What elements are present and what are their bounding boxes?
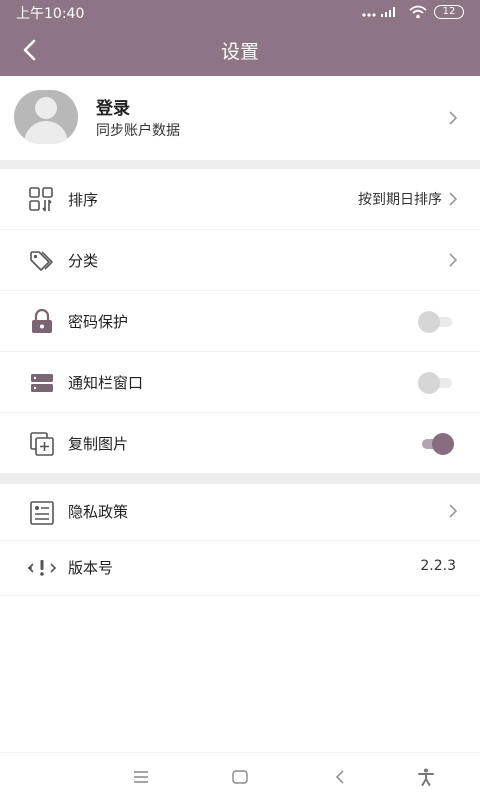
sort-row[interactable]: 排序 按到期日排序 [0,169,480,230]
home-icon[interactable] [230,767,250,787]
privacy-row[interactable]: 隐私政策 [0,484,480,541]
chevron-right-icon [449,504,458,518]
sort-icon [29,187,53,212]
copy-image-row: 复制图片 [0,413,480,474]
signal-icon [362,7,395,17]
privacy-label: 隐私政策 [68,503,129,521]
battery-icon: 12 [434,5,464,19]
avatar [14,90,78,144]
copy-image-toggle[interactable] [418,432,454,455]
sort-label: 排序 [68,191,99,209]
notification-row: 通知栏窗口 [0,352,480,413]
status-time: 上午10:40 [16,6,85,22]
wifi-icon [409,5,427,19]
category-label: 分类 [68,252,99,270]
notification-toggle[interactable] [418,371,454,394]
chevron-right-icon [449,253,458,267]
login-subtitle: 同步账户数据 [96,123,180,139]
privacy-document-icon [30,501,54,525]
copy-image-icon [30,432,54,456]
version-code-icon [28,560,56,576]
login-row[interactable]: 登录 同步账户数据 [0,76,480,160]
toolbar: 设置 [0,24,480,76]
accessibility-icon[interactable] [416,767,436,787]
notification-label: 通知栏窗口 [68,374,144,392]
password-row: 密码保护 [0,291,480,352]
page-title: 设置 [220,41,259,63]
login-label: 登录 [96,99,130,119]
sort-value: 按到期日排序 [358,192,442,208]
version-label: 版本号 [68,559,114,577]
chevron-right-icon [449,111,458,125]
menu-icon[interactable] [131,767,151,787]
system-nav-bar [0,752,480,800]
version-value: 2.2.3 [420,558,456,574]
back-icon[interactable] [331,767,351,787]
copy-image-label: 复制图片 [68,435,129,453]
status-bar: 上午10:40 12 [0,0,480,24]
password-label: 密码保护 [68,313,129,331]
chevron-right-icon [449,192,458,206]
category-row[interactable]: 分类 [0,230,480,291]
section-divider [0,160,480,169]
password-toggle[interactable] [418,310,454,333]
tag-icon [30,251,53,271]
lock-icon [32,308,52,333]
section-divider [0,474,480,484]
notification-bar-icon [31,374,53,392]
version-row: 版本号 2.2.3 [0,541,480,596]
